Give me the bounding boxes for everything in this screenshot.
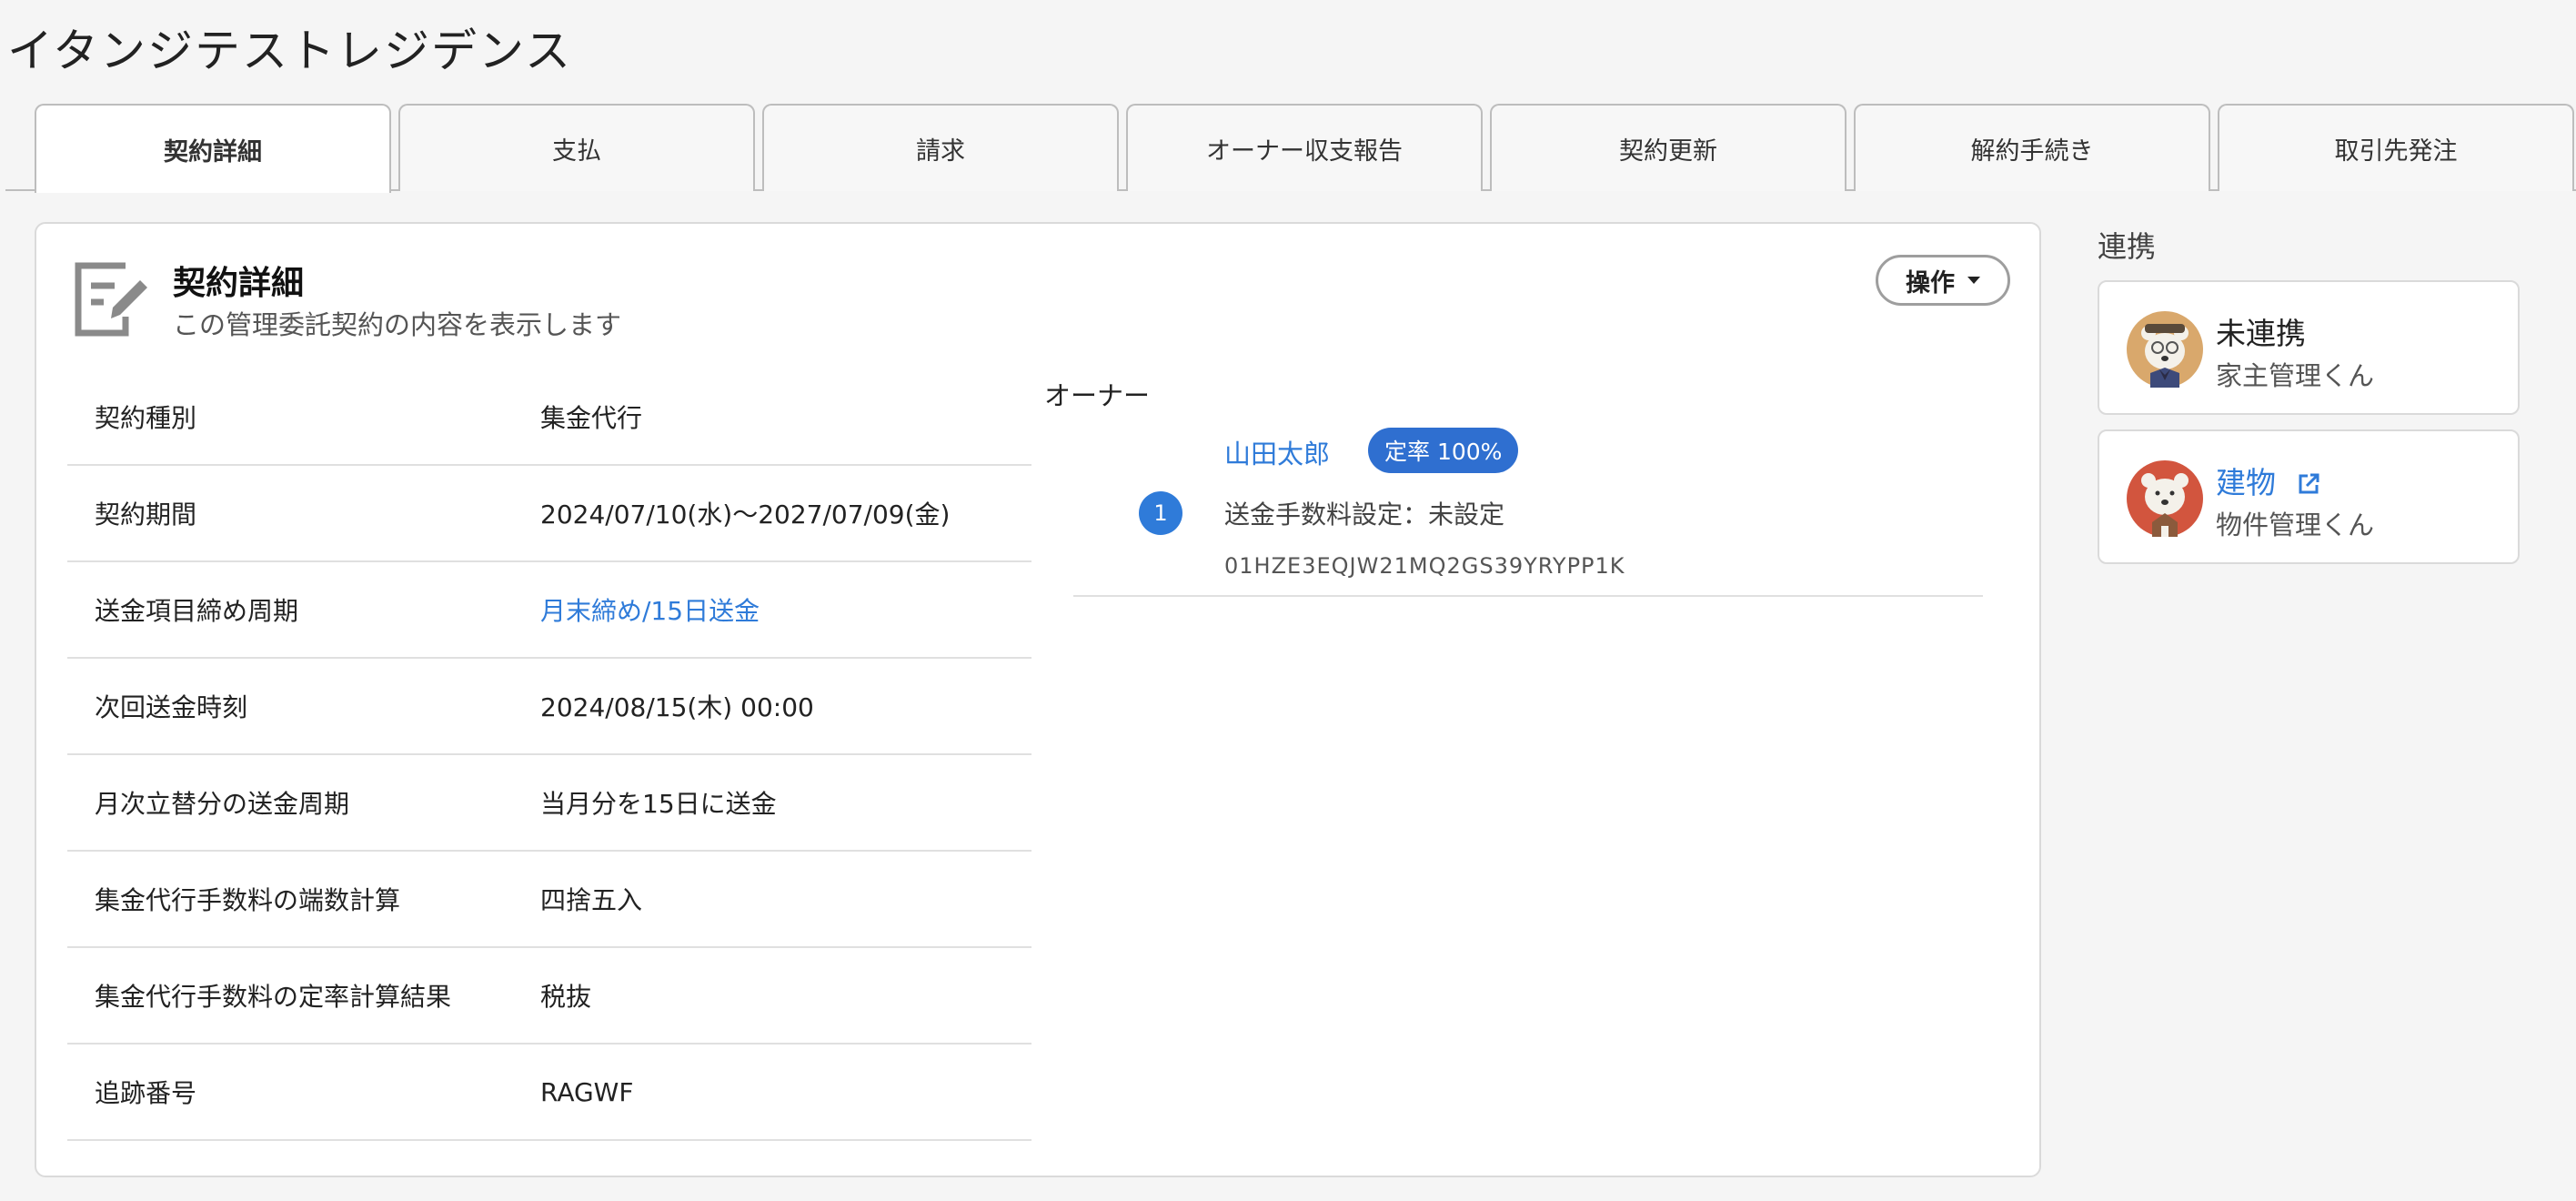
tab-owner-report[interactable]: オーナー収支報告 [1126, 104, 1483, 191]
caret-down-icon [1967, 277, 1980, 284]
tab-vendor-orders[interactable]: 取引先発注 [2218, 104, 2574, 191]
detail-value: 当月分を15日に送金 [540, 789, 777, 819]
owner-id: 01HZE3EQJW21MQ2GS39YRYPP1K [1224, 553, 1625, 579]
bear-avatar-icon [2127, 460, 2203, 537]
detail-row: 集金代行手数料の定率計算結果 税抜 [67, 948, 1031, 1045]
tab-billing[interactable]: 請求 [762, 104, 1119, 191]
detail-value: 2024/07/10(水)～2027/07/09(金) [540, 500, 951, 530]
tab-contract-renewal[interactable]: 契約更新 [1490, 104, 1846, 191]
rate-badge: 定率 100% [1368, 428, 1519, 473]
owner-fee-setting: 送金手数料設定：未設定 [1224, 500, 1505, 530]
section-title: 契約詳細 [173, 265, 305, 302]
tab-contract-details[interactable]: 契約詳細 [35, 104, 391, 193]
integration-service: 家主管理くん [2216, 360, 2375, 391]
section-subtitle: この管理委託契約の内容を表示します [173, 309, 622, 340]
integrations-title: 連携 [2098, 229, 2157, 264]
detail-label: 次回送金時刻 [95, 692, 248, 722]
page-title: イタンジテストレジデンス [7, 25, 572, 77]
integration-link[interactable]: 建物 [2216, 459, 2320, 502]
owner-heading: オーナー [1044, 380, 1151, 411]
detail-list: 契約種別 集金代行 契約期間 2024/07/10(水)～2027/07/09(… [67, 369, 1031, 1141]
detail-label: 月次立替分の送金周期 [95, 789, 350, 819]
detail-value: 集金代行 [540, 403, 643, 433]
detail-value: 四捨五入 [540, 885, 643, 915]
detail-label: 追跡番号 [95, 1078, 197, 1108]
owner-number-badge: 1 [1139, 491, 1182, 535]
contract-details-card: 契約詳細 この管理委託契約の内容を表示します 操作 契約種別 集金代行 契約期間… [35, 222, 2041, 1177]
detail-value: RAGWF [540, 1076, 634, 1107]
integration-card-landlord[interactable]: 未連携 家主管理くん [2098, 280, 2520, 415]
owner-name-link[interactable]: 山田太郎 [1224, 433, 1330, 471]
detail-row: 月次立替分の送金周期 当月分を15日に送金 [67, 755, 1031, 852]
operation-dropdown-button[interactable]: 操作 [1876, 255, 2010, 306]
integration-link-label: 建物 [2216, 465, 2276, 500]
detail-label: 契約期間 [95, 500, 197, 530]
operation-label: 操作 [1906, 268, 1955, 298]
detail-value: 2024/08/15(木) 00:00 [540, 692, 814, 722]
edit-document-icon [75, 262, 147, 337]
detail-label: 送金項目締め周期 [95, 596, 299, 626]
detail-row: 追跡番号 RAGWF [67, 1045, 1031, 1141]
detail-value: 税抜 [540, 982, 592, 1012]
tab-payments[interactable]: 支払 [398, 104, 755, 191]
tab-bar: 契約詳細 支払 請求 オーナー収支報告 契約更新 解約手続き 取引先発注 [5, 104, 2576, 193]
detail-label: 集金代行手数料の定率計算結果 [95, 982, 452, 1012]
bear-avatar-icon [2127, 311, 2203, 388]
detail-row: 契約種別 集金代行 [67, 369, 1031, 466]
detail-label: 集金代行手数料の端数計算 [95, 885, 401, 915]
detail-row: 送金項目締め周期 月末締め/15日送金 [67, 562, 1031, 659]
owner-item: 1 山田太郎 定率 100% 送金手数料設定：未設定 01HZE3EQJW21M… [1073, 424, 1983, 597]
integration-service: 物件管理くん [2216, 510, 2375, 540]
tab-cancellation[interactable]: 解約手続き [1854, 104, 2210, 191]
detail-row: 集金代行手数料の端数計算 四捨五入 [67, 852, 1031, 948]
detail-label: 契約種別 [95, 403, 197, 433]
integration-card-property[interactable]: 建物 物件管理くん [2098, 429, 2520, 564]
detail-row: 契約期間 2024/07/10(水)～2027/07/09(金) [67, 466, 1031, 562]
detail-row: 次回送金時刻 2024/08/15(木) 00:00 [67, 659, 1031, 755]
integration-status: 未連携 [2216, 316, 2306, 351]
remittance-cycle-link[interactable]: 月末締め/15日送金 [540, 591, 760, 628]
external-link-icon [2299, 473, 2319, 494]
